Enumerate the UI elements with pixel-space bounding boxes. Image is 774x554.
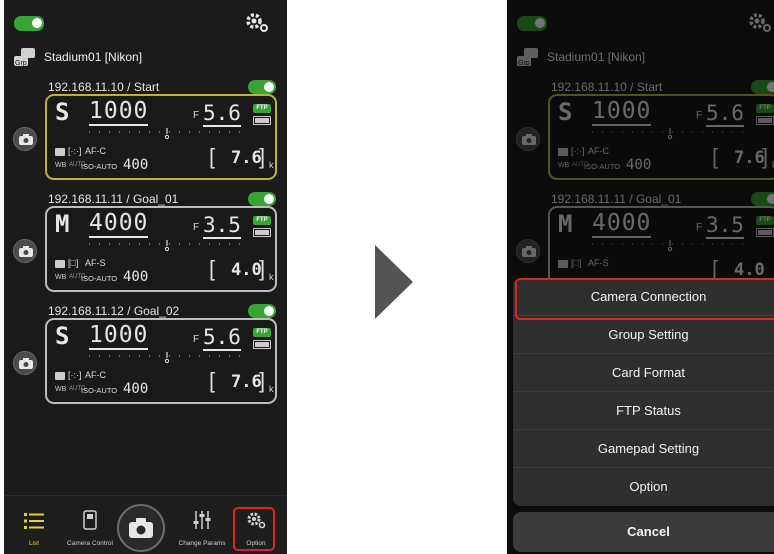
ftp-badge: FTP	[253, 328, 271, 337]
aperture-value: 3.5	[203, 213, 241, 239]
ftp-badge: FTP	[253, 216, 271, 225]
list-icon	[24, 513, 44, 529]
nav-list-label: List	[28, 540, 40, 547]
camera-status-panel[interactable]: M 4000 F 3.5 FTP [□] AF-S WB AUTO ISO-AU…	[45, 206, 277, 292]
cancel-button[interactable]: Cancel	[513, 512, 774, 552]
camera-toggle[interactable]	[248, 304, 276, 318]
wb-label: WB	[55, 162, 67, 169]
shutter-speed: 1000	[89, 98, 149, 126]
bracket-left: [	[209, 368, 216, 393]
group-icon: Grp	[14, 48, 35, 67]
battery-icon	[253, 116, 271, 125]
shots-remaining: 7.6	[231, 148, 262, 168]
camera-card: 192.168.11.12 / Goal_02 S 1000 F 5.6 FTP…	[4, 304, 287, 430]
camera-card: 192.168.11.10 / Start S 1000 F 5.6 FTP […	[4, 80, 287, 206]
camera-status-panel[interactable]: S 1000 F 5.6 FTP [·:·] AF-C WB AUTO ISO-…	[45, 318, 277, 404]
shots-unit: k	[269, 160, 274, 170]
svg-text:Grp: Grp	[15, 60, 27, 67]
shots-remaining: 7.6	[231, 372, 262, 392]
exposure-mode: M	[55, 210, 70, 238]
fstop-prefix: F	[193, 334, 200, 345]
af-mode: AF-C	[85, 146, 106, 156]
bracket-right: ]	[259, 256, 266, 281]
exposure-scale	[89, 240, 245, 252]
camera-title: 192.168.11.10 / Start	[48, 80, 160, 94]
shutter-speed: 1000	[89, 322, 149, 350]
shutter-speed: 4000	[89, 210, 149, 238]
bracket-right: ]	[259, 368, 266, 393]
iso-value: 400	[123, 381, 149, 397]
camera-connection-highlight	[515, 278, 774, 320]
left-screen: Grp Stadium01 [Nikon] 192.168.11.10 / St…	[4, 0, 287, 554]
af-area-mode: [□]	[68, 258, 79, 268]
menu-gamepad-setting[interactable]: Gamepad Setting	[513, 430, 774, 468]
bracket-left: [	[209, 144, 216, 169]
fstop-prefix: F	[193, 110, 200, 121]
camera-status-panel[interactable]: S 1000 F 5.6 FTP [·:·] AF-C WB AUTO ISO-…	[45, 94, 277, 180]
camera-icon	[19, 134, 33, 145]
wb-label: WB	[55, 274, 67, 281]
af-area-mode: [·:·]	[68, 370, 82, 380]
exposure-mode: S	[55, 98, 70, 126]
release-shutter-button[interactable]	[117, 504, 165, 552]
shots-remaining: 4.0	[231, 260, 262, 280]
metering-icon	[55, 148, 65, 156]
exposure-scale	[89, 128, 245, 140]
iso-label: ISO-AUTO	[81, 162, 118, 171]
aperture-value: 5.6	[203, 325, 241, 351]
group-name: Stadium01 [Nikon]	[44, 50, 143, 64]
nav-camera-control-label: Camera Control	[67, 540, 113, 547]
camera-card: 192.168.11.11 / Goal_01 M 4000 F 3.5 FTP…	[4, 192, 287, 318]
iso-label: ISO-AUTO	[81, 274, 118, 283]
group-header: Grp Stadium01 [Nikon]	[12, 46, 142, 68]
camera-title: 192.168.11.12 / Goal_02	[48, 304, 180, 318]
iso-label: ISO-AUTO	[81, 386, 118, 395]
group-toggle[interactable]	[14, 16, 44, 31]
wb-label: WB	[55, 386, 67, 393]
camera-icon	[129, 518, 153, 538]
fstop-prefix: F	[193, 222, 200, 233]
camera-shutter-button[interactable]	[13, 351, 37, 375]
bracket-right: ]	[259, 144, 266, 169]
shots-unit: k	[269, 384, 274, 394]
nav-change-params-label: Change Params	[178, 540, 226, 547]
battery-icon	[253, 228, 271, 237]
camera-shutter-button[interactable]	[13, 239, 37, 263]
aperture-value: 5.6	[203, 101, 241, 127]
ftp-badge: FTP	[253, 104, 271, 113]
nav-list[interactable]: List	[4, 510, 64, 547]
bracket-left: [	[209, 256, 216, 281]
af-mode: AF-S	[85, 258, 106, 268]
menu-card-format[interactable]: Card Format	[513, 354, 774, 392]
af-area-mode: [·:·]	[68, 146, 82, 156]
next-step-arrow	[375, 245, 413, 319]
exposure-scale	[89, 352, 245, 364]
camera-icon	[19, 246, 33, 257]
menu-option[interactable]: Option	[513, 468, 774, 506]
remote-control-icon	[83, 510, 97, 530]
menu-ftp-status[interactable]: FTP Status	[513, 392, 774, 430]
camera-title: 192.168.11.11 / Goal_01	[48, 192, 179, 206]
af-mode: AF-C	[85, 370, 106, 380]
nav-camera-control[interactable]: Camera Control	[60, 510, 120, 547]
camera-toggle[interactable]	[248, 80, 276, 94]
camera-toggle[interactable]	[248, 192, 276, 206]
sliders-icon	[193, 511, 211, 529]
camera-icon	[19, 358, 33, 369]
metering-icon	[55, 372, 65, 380]
metering-icon	[55, 260, 65, 268]
exposure-mode: S	[55, 322, 70, 350]
gear-icon[interactable]	[244, 10, 270, 34]
menu-group-setting[interactable]: Group Setting	[513, 316, 774, 354]
option-highlight	[233, 507, 275, 551]
shots-unit: k	[269, 272, 274, 282]
battery-icon	[253, 340, 271, 349]
iso-value: 400	[123, 269, 149, 285]
nav-change-params[interactable]: Change Params	[172, 510, 232, 547]
camera-shutter-button[interactable]	[13, 127, 37, 151]
right-screen: Grp Stadium01 [Nikon] 192.168.11.10 / St…	[507, 0, 774, 554]
iso-value: 400	[123, 157, 149, 173]
